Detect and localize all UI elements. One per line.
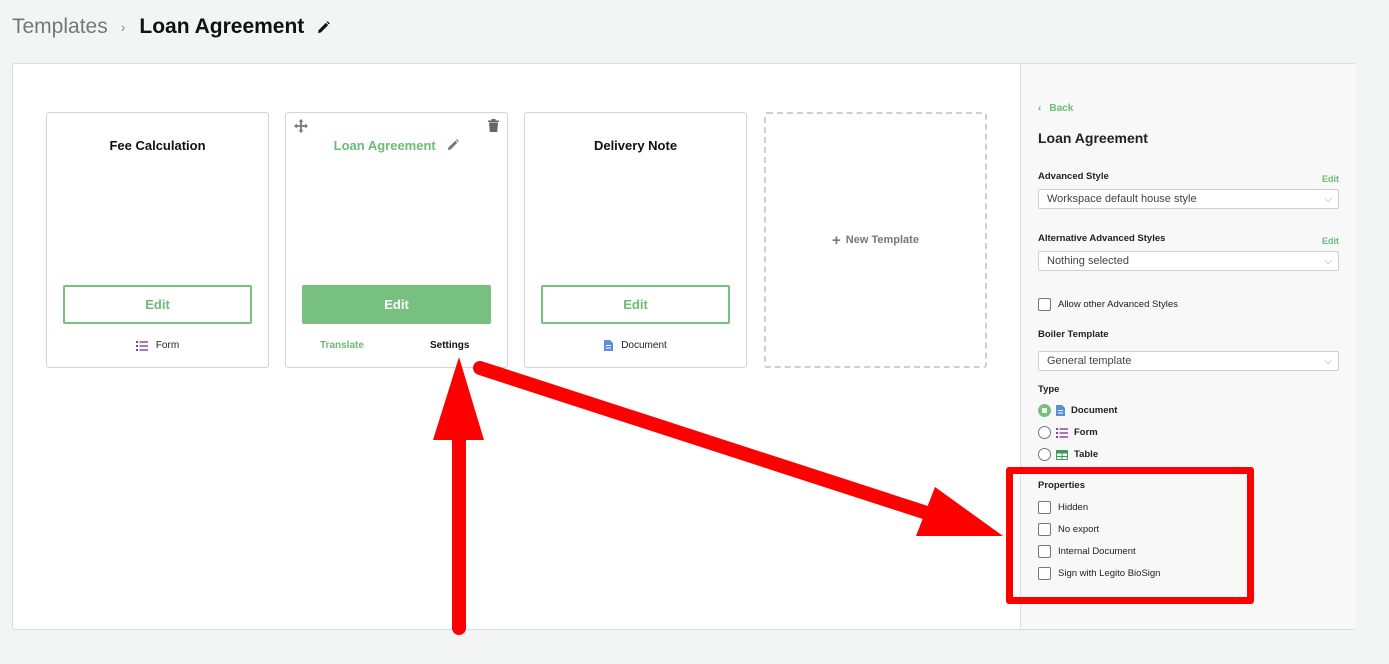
breadcrumb-templates-link[interactable]: Templates (12, 15, 108, 39)
card-type-label: Form (155, 340, 180, 351)
card-type: Form (47, 340, 268, 351)
template-card-loan-agreement[interactable]: Loan Agreement Edit Translate Settings (285, 112, 508, 368)
template-canvas: Fee Calculation Edit Form Loan Agreement… (13, 64, 1020, 629)
pencil-icon[interactable] (317, 20, 331, 34)
edit-button[interactable]: Edit (302, 285, 491, 324)
boiler-template-value: General template (1047, 355, 1132, 367)
allow-other-styles-label: Allow other Advanced Styles (1058, 299, 1178, 310)
chevron-down-icon: ⌵ (1324, 256, 1332, 267)
boiler-template-select[interactable]: General template ⌵ (1038, 351, 1339, 371)
type-option-label: Form (1074, 427, 1098, 438)
edit-button[interactable]: Edit (63, 285, 252, 324)
edit-button[interactable]: Edit (541, 285, 730, 324)
list-icon (1056, 427, 1068, 438)
type-option-label: Document (1071, 405, 1118, 416)
advanced-style-edit-link[interactable]: Edit (1322, 174, 1339, 184)
alt-styles-label: Alternative Advanced Styles (1038, 233, 1166, 244)
boiler-template-label: Boiler Template (1038, 329, 1109, 340)
trash-icon[interactable] (488, 119, 499, 132)
advanced-style-label: Advanced Style (1038, 171, 1109, 182)
table-icon (1056, 449, 1068, 460)
radio-button[interactable] (1038, 404, 1051, 417)
advanced-style-select[interactable]: Workspace default house style ⌵ (1038, 189, 1339, 209)
template-card-fee-calculation[interactable]: Fee Calculation Edit Form (46, 112, 269, 368)
alt-styles-value: Nothing selected (1047, 255, 1129, 267)
annotation-highlight-box (1006, 467, 1254, 604)
move-icon[interactable] (294, 119, 308, 133)
type-option-document[interactable]: Document (1038, 404, 1117, 417)
type-label: Type (1038, 384, 1060, 395)
chevron-left-icon: ‹ (1038, 103, 1042, 114)
radio-button[interactable] (1038, 448, 1051, 461)
document-icon (604, 340, 614, 351)
new-template-label: New Template (845, 234, 919, 246)
chevron-down-icon: ⌵ (1324, 194, 1332, 205)
card-title: Fee Calculation (109, 138, 206, 153)
breadcrumb: Templates › Loan Agreement (12, 14, 331, 40)
back-button[interactable]: ‹ Back (1038, 103, 1073, 114)
plus-icon: + (832, 231, 841, 249)
chevron-down-icon: ⌵ (1324, 356, 1332, 367)
allow-other-styles-checkbox[interactable]: Allow other Advanced Styles (1038, 298, 1178, 311)
breadcrumb-separator: › (120, 19, 126, 35)
translate-link[interactable]: Translate (320, 340, 364, 351)
back-label: Back (1049, 103, 1074, 114)
card-type: Document (525, 340, 746, 351)
page-title: Loan Agreement (139, 15, 305, 38)
card-title: Loan Agreement (286, 138, 507, 153)
alt-styles-select[interactable]: Nothing selected ⌵ (1038, 251, 1339, 271)
settings-link[interactable]: Settings (430, 340, 469, 351)
checkbox[interactable] (1038, 298, 1051, 311)
advanced-style-value: Workspace default house style (1047, 193, 1197, 205)
sidebar-title: Loan Agreement (1038, 130, 1148, 146)
type-option-table[interactable]: Table (1038, 448, 1098, 461)
card-title: Delivery Note (593, 138, 678, 153)
radio-button[interactable] (1038, 426, 1051, 439)
type-option-form[interactable]: Form (1038, 426, 1098, 439)
list-icon (135, 340, 148, 351)
alt-styles-edit-link[interactable]: Edit (1322, 236, 1339, 246)
card-type-label: Document (621, 340, 667, 351)
template-card-delivery-note[interactable]: Delivery Note Edit Document (524, 112, 747, 368)
type-option-label: Table (1074, 449, 1099, 460)
pencil-icon[interactable] (447, 139, 460, 151)
document-icon (1056, 405, 1065, 416)
card-title-text: Loan Agreement (333, 138, 436, 153)
new-template-button[interactable]: + New Template (764, 112, 987, 368)
